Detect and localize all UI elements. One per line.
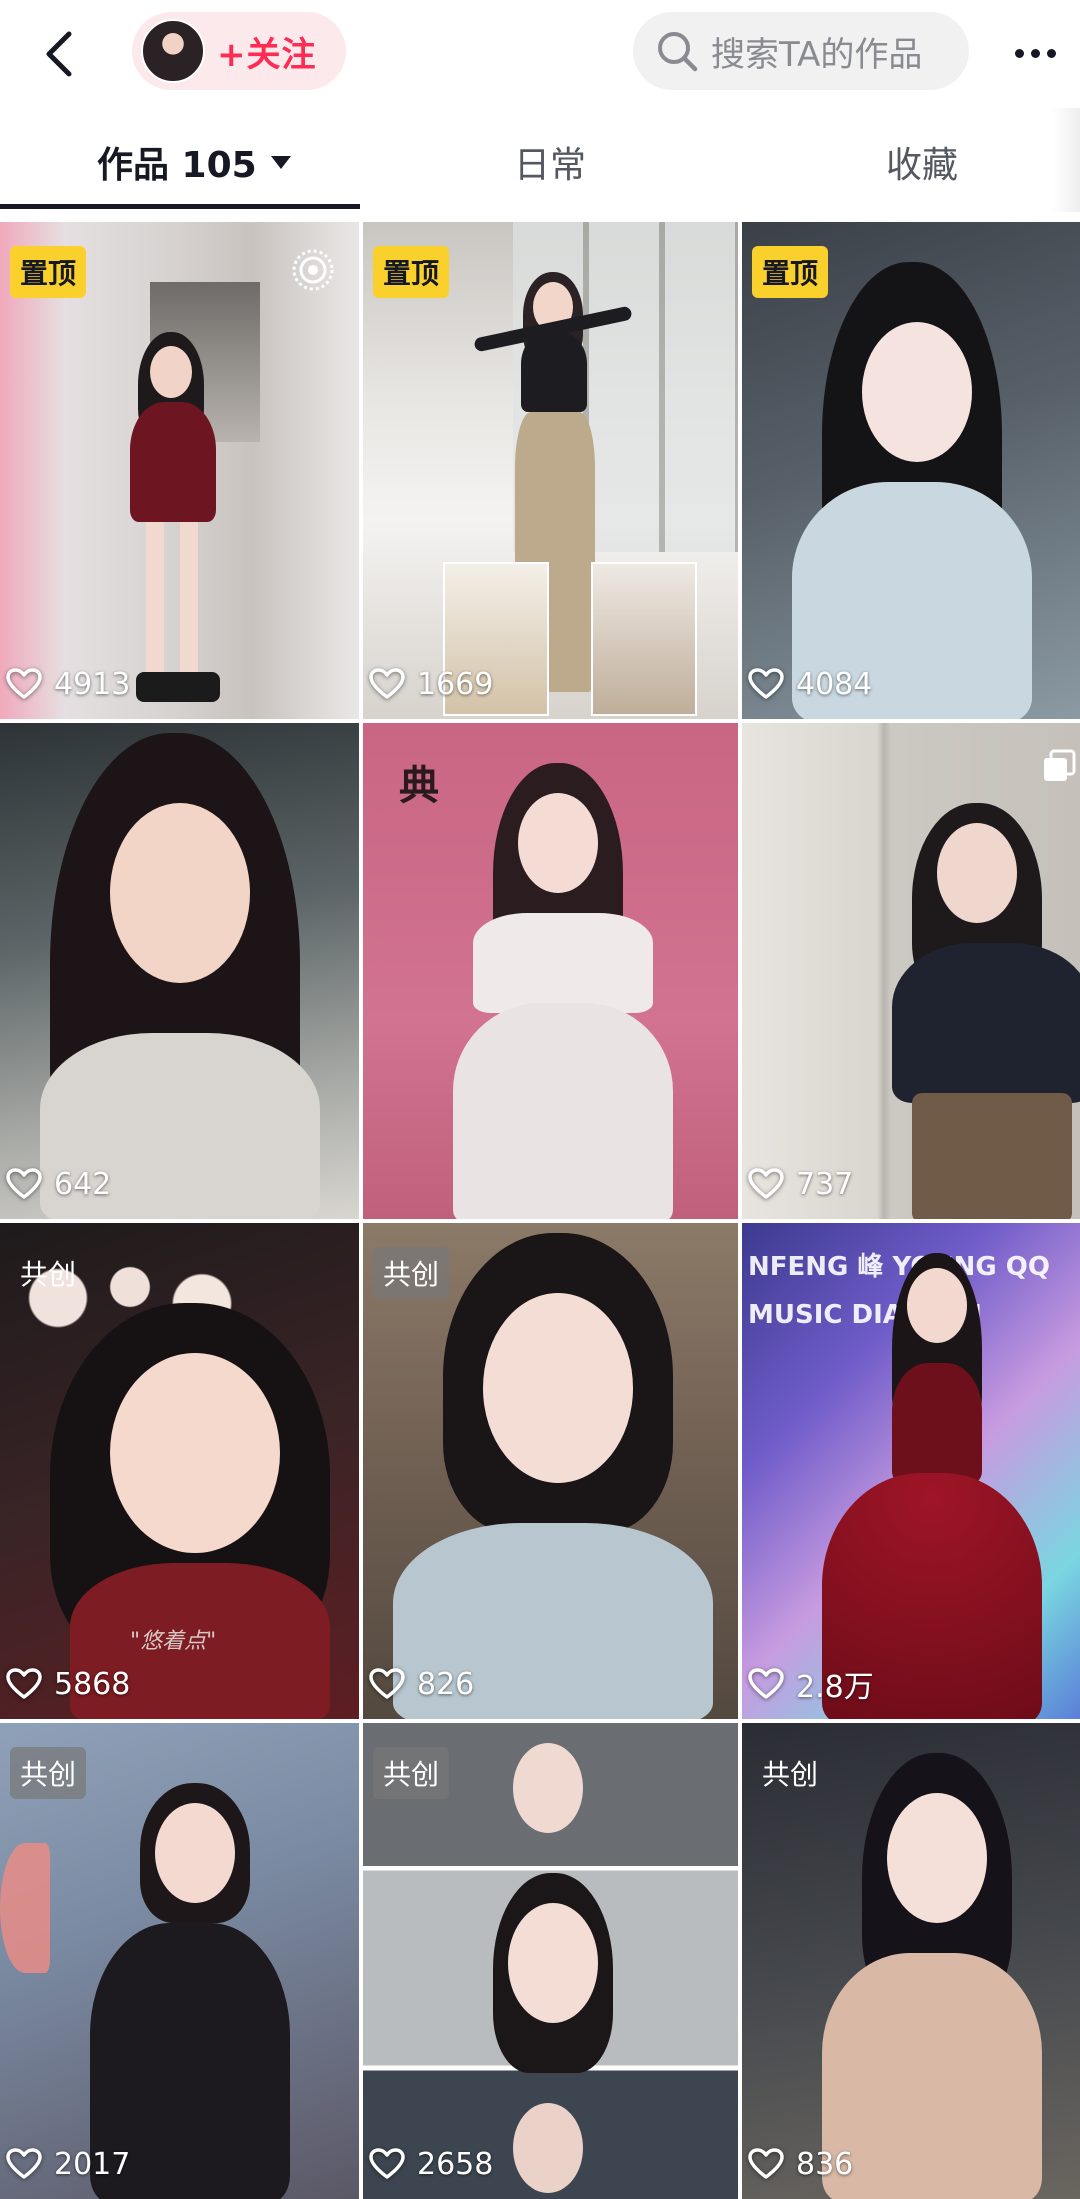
- heart-icon: [369, 668, 405, 699]
- like-count: 4084: [748, 661, 872, 707]
- video-thumbnail: 典: [363, 723, 738, 1219]
- like-count: 4913: [6, 661, 130, 707]
- tab-daily[interactable]: 日常: [514, 134, 586, 190]
- like-count-value: 4913: [54, 666, 131, 702]
- overlay-text: "悠着点": [130, 1629, 217, 1654]
- video-card[interactable]: 置顶 4084: [742, 222, 1080, 719]
- person-head: [508, 1903, 598, 2023]
- like-count-value: 642: [54, 1166, 112, 1202]
- caret-down-icon: [270, 155, 291, 169]
- overlay-text: 典: [399, 763, 439, 809]
- like-count: 826: [369, 1661, 474, 1707]
- like-count-value: 5868: [54, 1666, 131, 1702]
- video-card[interactable]: NFENG 峰 YOUNG QQMUSIC DIANFEN 2.8万: [742, 1223, 1080, 1719]
- pinned-badge: 置顶: [752, 246, 829, 298]
- like-count-value: 836: [796, 2146, 854, 2182]
- like-count-value: 2.8万: [796, 1670, 874, 1705]
- tab-daily-label: 日常: [514, 145, 587, 186]
- like-count: 2.8万: [748, 1661, 874, 1707]
- person-head: [513, 1743, 583, 1833]
- person-figure: [782, 262, 1042, 719]
- video-card[interactable]: 典: [363, 723, 738, 1219]
- video-card[interactable]: 置顶 4913: [0, 222, 359, 719]
- more-dot-icon: [1030, 48, 1040, 58]
- like-count: 5868: [6, 1661, 130, 1707]
- search-input[interactable]: 搜索TA的作品: [633, 12, 969, 90]
- co-creation-badge: 共创: [20, 1258, 77, 1291]
- heart-icon: [6, 2148, 42, 2179]
- video-thumbnail: [0, 723, 359, 1219]
- person-figure: [30, 1783, 330, 2199]
- person-head: [513, 2103, 583, 2193]
- heart-icon: [748, 1668, 784, 1699]
- like-count: 642: [6, 1161, 111, 1207]
- video-card[interactable]: 置顶 1669: [363, 222, 738, 719]
- like-count-value: 4084: [796, 666, 873, 702]
- heart-icon: [748, 668, 784, 699]
- like-count: 2017: [6, 2141, 130, 2187]
- multi-image-icon: [1044, 749, 1076, 781]
- video-card[interactable]: 642: [0, 723, 359, 1219]
- co-creation-badge: 共创: [373, 1247, 450, 1299]
- heart-icon: [748, 1168, 784, 1199]
- video-thumbnail: [742, 723, 1080, 1219]
- tab-favorites-label: 收藏: [886, 145, 959, 186]
- tab-works-label: 作品 105: [97, 145, 257, 186]
- avatar[interactable]: [141, 19, 205, 83]
- like-count-value: 737: [796, 1166, 854, 1202]
- follow-label: +关注: [217, 34, 317, 75]
- pinned-badge: 置顶: [10, 246, 87, 298]
- heart-icon: [6, 1168, 42, 1199]
- person-figure: [802, 1753, 1062, 2199]
- person-figure: [822, 1253, 1042, 1719]
- video-card[interactable]: 共创 826: [363, 1223, 738, 1719]
- pinned-badge: 置顶: [373, 246, 450, 298]
- person-figure: [120, 332, 230, 712]
- live-photo-icon: [292, 249, 334, 291]
- tab-favorites[interactable]: 收藏: [886, 134, 958, 190]
- person-figure: [20, 733, 340, 1219]
- person-figure: [453, 763, 673, 1219]
- heart-icon: [369, 2148, 405, 2179]
- chevron-left-icon: [46, 31, 72, 77]
- heart-icon: [748, 2148, 784, 2179]
- like-count-value: 2017: [54, 2146, 131, 2182]
- video-card[interactable]: "悠着点" 共创 5868: [0, 1223, 359, 1719]
- person-figure: [393, 1233, 713, 1719]
- heart-icon: [6, 1668, 42, 1699]
- search-placeholder: 搜索TA的作品: [711, 34, 923, 75]
- like-count: 836: [748, 2141, 853, 2187]
- like-count: 1669: [369, 661, 493, 707]
- more-dot-icon: [1046, 48, 1056, 58]
- tabs-scroll-edge: [1052, 108, 1080, 212]
- more-button[interactable]: [1005, 28, 1065, 78]
- like-count-value: 826: [417, 1666, 475, 1702]
- co-creation-badge: 共创: [10, 1747, 87, 1799]
- video-card[interactable]: 737: [742, 723, 1080, 1219]
- back-button[interactable]: [30, 22, 86, 86]
- search-icon: [658, 32, 698, 72]
- co-creation-badge: 共创: [373, 1747, 450, 1799]
- heart-icon: [369, 1668, 405, 1699]
- person-figure: [892, 803, 1080, 1219]
- follow-button[interactable]: +关注: [132, 12, 346, 90]
- video-card[interactable]: 共创 2017: [0, 1723, 359, 2199]
- tab-works[interactable]: 作品 105: [97, 134, 291, 190]
- video-thumbnail: NFENG 峰 YOUNG QQMUSIC DIANFEN: [742, 1223, 1080, 1719]
- more-dot-icon: [1014, 48, 1024, 58]
- profile-tabs: 作品 105 日常 收藏: [0, 108, 1080, 212]
- like-count-value: 2658: [417, 2146, 494, 2182]
- like-count: 737: [748, 1161, 853, 1207]
- active-tab-indicator: [0, 204, 360, 209]
- top-bar: +关注 搜索TA的作品: [0, 0, 1080, 108]
- heart-icon: [6, 668, 42, 699]
- video-card[interactable]: 共创 2658: [363, 1723, 738, 2199]
- like-count: 2658: [369, 2141, 493, 2187]
- co-creation-badge: 共创: [762, 1758, 819, 1791]
- video-card[interactable]: 共创 836: [742, 1723, 1080, 2199]
- like-count-value: 1669: [417, 666, 494, 702]
